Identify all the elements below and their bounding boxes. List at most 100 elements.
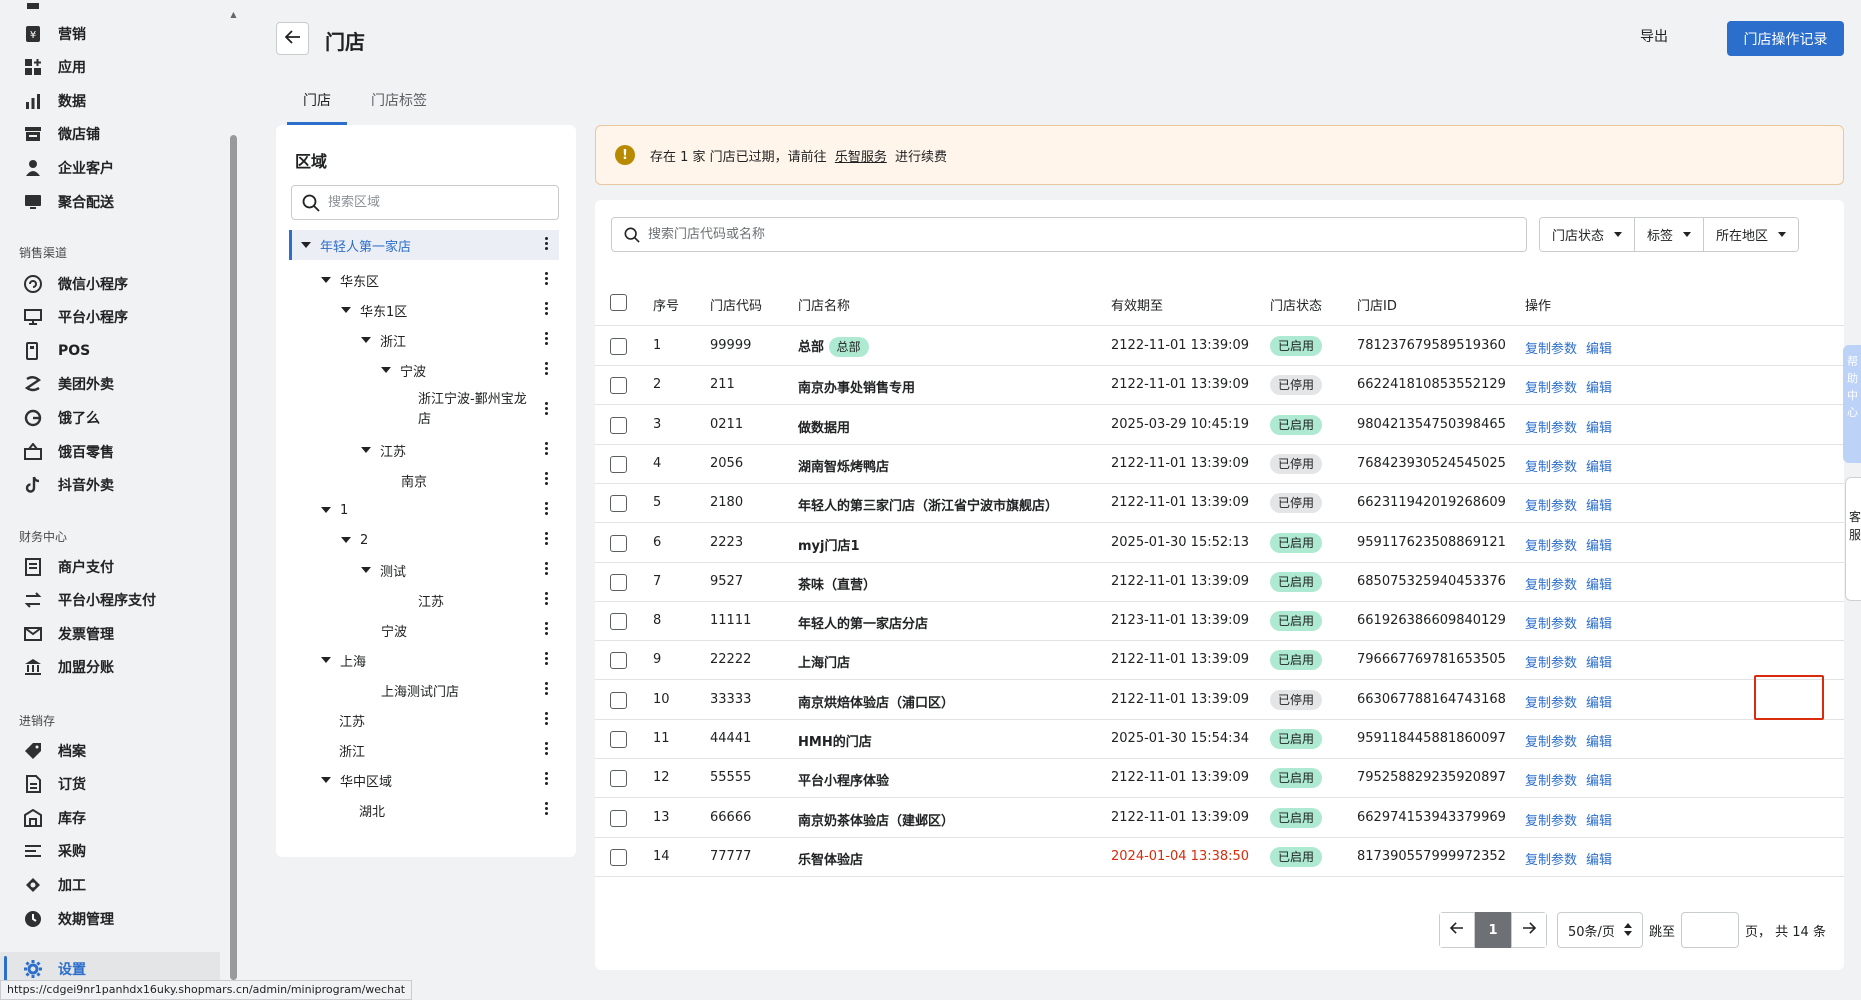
copy-params-link[interactable]: 复制参数 xyxy=(1525,456,1577,475)
edit-link[interactable]: 编辑 xyxy=(1586,810,1612,829)
edit-link[interactable]: 编辑 xyxy=(1586,535,1612,554)
row-checkbox[interactable] xyxy=(610,534,627,552)
row-checkbox[interactable] xyxy=(610,338,627,355)
table-row[interactable]: 5 2180 年轻人的第三家门店（浙江省宁波市旗舰店） 2122-11-01 13:3… xyxy=(595,484,1844,524)
more-vertical-icon[interactable] xyxy=(545,442,549,455)
copy-params-link[interactable]: 复制参数 xyxy=(1525,495,1577,514)
more-vertical-icon[interactable] xyxy=(545,802,549,815)
row-checkbox[interactable] xyxy=(610,613,627,631)
tab-store-tags[interactable]: 门店标签 xyxy=(371,90,427,110)
region-tree-node[interactable]: 浙江 xyxy=(291,325,559,355)
select-all-checkbox[interactable] xyxy=(610,294,627,311)
caret-down-icon[interactable] xyxy=(321,777,331,783)
sidebar-item-inventory_items-4[interactable]: 加工 xyxy=(0,868,220,901)
table-row[interactable]: 14 77777 乐智体验店 2024-01-04 13:38:50 已启用 817390… xyxy=(595,838,1844,877)
tab-stores[interactable]: 门店 xyxy=(303,90,331,110)
copy-params-link[interactable]: 复制参数 xyxy=(1525,613,1577,632)
caret-down-icon[interactable] xyxy=(361,567,371,573)
more-vertical-icon[interactable] xyxy=(545,237,549,250)
caret-down-icon[interactable] xyxy=(341,307,351,313)
region-search-input[interactable] xyxy=(328,195,528,210)
store-operation-log-button[interactable]: 门店操作记录 xyxy=(1727,21,1844,56)
sidebar-item-items_top-5[interactable]: 聚合配送 xyxy=(0,185,220,218)
more-vertical-icon[interactable] xyxy=(545,742,549,755)
sidebar-item-sales_items-1[interactable]: 平台小程序 xyxy=(0,301,220,334)
table-row[interactable]: 6 2223 myj门店1 2025-01-30 15:52:13 已启用 9591176… xyxy=(595,524,1844,563)
row-checkbox[interactable] xyxy=(610,377,627,395)
more-vertical-icon[interactable] xyxy=(545,402,549,415)
sidebar-item-inventory_items-3[interactable]: 采购 xyxy=(0,835,220,868)
filter-tag[interactable]: 标签 xyxy=(1635,218,1705,251)
more-vertical-icon[interactable] xyxy=(545,362,549,375)
region-tree-node[interactable]: 1 xyxy=(291,495,559,525)
copy-params-link[interactable]: 复制参数 xyxy=(1525,652,1577,671)
row-checkbox[interactable] xyxy=(610,652,627,670)
row-checkbox[interactable] xyxy=(610,848,627,866)
sidebar-item-finance_items-3[interactable]: 加盟分账 xyxy=(0,651,220,684)
row-checkbox[interactable] xyxy=(610,731,627,748)
export-button[interactable]: 导出 xyxy=(1640,26,1668,46)
back-button[interactable] xyxy=(276,22,309,55)
copy-params-link[interactable]: 复制参数 xyxy=(1525,810,1577,829)
copy-params-link[interactable]: 复制参数 xyxy=(1525,770,1577,789)
region-tree-node[interactable]: 浙江 xyxy=(291,735,559,765)
more-vertical-icon[interactable] xyxy=(545,502,549,515)
sidebar-item-sales_items-0[interactable]: 微信小程序 xyxy=(0,267,220,300)
region-tree-node[interactable]: 江苏 xyxy=(291,705,559,735)
edit-link[interactable]: 编辑 xyxy=(1586,770,1612,789)
edit-link[interactable]: 编辑 xyxy=(1586,849,1612,868)
sidebar-item-items_top-2[interactable]: 数据 xyxy=(0,84,220,117)
copy-params-link[interactable]: 复制参数 xyxy=(1525,574,1577,593)
edit-link[interactable]: 编辑 xyxy=(1586,692,1612,711)
row-checkbox[interactable] xyxy=(610,455,627,473)
copy-params-link[interactable]: 复制参数 xyxy=(1525,535,1577,554)
sidebar-item-inventory_items-0[interactable]: 档案 xyxy=(0,734,220,767)
edit-link[interactable]: 编辑 xyxy=(1586,731,1612,750)
region-tree-node[interactable]: 年轻人第一家店 xyxy=(289,230,559,260)
table-row[interactable]: 11 44441 HMH的门店 2025-01-30 15:54:34 已启用 95911… xyxy=(595,720,1844,759)
sidebar-item-sales_items-6[interactable]: 抖音外卖 xyxy=(0,469,220,502)
table-row[interactable]: 2 211 南京办事处销售专用 2122-11-01 13:39:09 已停用 66224… xyxy=(595,366,1844,406)
copy-params-link[interactable]: 复制参数 xyxy=(1525,338,1577,357)
region-tree-node[interactable]: 上海测试门店 xyxy=(291,675,559,705)
edit-link[interactable]: 编辑 xyxy=(1586,613,1612,632)
region-tree-node[interactable]: 宁波 xyxy=(291,615,559,645)
scroll-up-icon[interactable]: ▲ xyxy=(229,10,238,19)
edit-link[interactable]: 编辑 xyxy=(1586,377,1612,396)
edit-link[interactable]: 编辑 xyxy=(1586,495,1612,514)
table-row[interactable]: 3 0211 做数据用 2025-03-29 10:45:19 已启用 980421354… xyxy=(595,406,1844,445)
region-tree-node[interactable]: 湖北 xyxy=(291,795,559,825)
row-checkbox[interactable] xyxy=(610,416,627,434)
page-size-select[interactable]: 50条/页 xyxy=(1557,912,1643,948)
edit-link[interactable]: 编辑 xyxy=(1586,456,1612,475)
copy-params-link[interactable]: 复制参数 xyxy=(1525,417,1577,436)
more-vertical-icon[interactable] xyxy=(545,712,549,725)
lezhi-service-link[interactable]: 乐智服务 xyxy=(835,150,887,165)
region-tree-node[interactable]: 上海 xyxy=(291,645,559,675)
more-vertical-icon[interactable] xyxy=(545,272,549,285)
more-vertical-icon[interactable] xyxy=(545,652,549,665)
sidebar-item-sales_items-3[interactable]: 美团外卖 xyxy=(0,368,220,401)
sidebar-scrollbar[interactable]: ▲ xyxy=(229,0,238,1000)
scrollbar-thumb[interactable] xyxy=(230,135,237,980)
more-vertical-icon[interactable] xyxy=(545,332,549,345)
table-row[interactable]: 9 22222 上海门店 2122-11-01 13:39:09 已启用 79666776… xyxy=(595,641,1844,681)
sidebar-item-items_top-1[interactable]: 应用 xyxy=(0,51,220,84)
caret-down-icon[interactable] xyxy=(381,367,391,373)
sidebar-item-items_top-3[interactable]: 微店铺 xyxy=(0,118,220,151)
more-vertical-icon[interactable] xyxy=(545,592,549,605)
sidebar-item-inventory_items-2[interactable]: 库存 xyxy=(0,801,220,834)
caret-down-icon[interactable] xyxy=(321,277,331,283)
sidebar-item-finance_items-2[interactable]: 发票管理 xyxy=(0,617,220,650)
help-center-tab[interactable]: 帮助中心 xyxy=(1843,345,1861,463)
region-tree-node[interactable]: 测试 xyxy=(291,555,559,585)
row-checkbox[interactable] xyxy=(610,809,627,827)
caret-down-icon[interactable] xyxy=(341,537,351,543)
caret-down-icon[interactable] xyxy=(361,337,371,343)
more-vertical-icon[interactable] xyxy=(545,472,549,485)
sidebar-item-sales_items-4[interactable]: 饿了么 xyxy=(0,401,220,434)
region-tree-node[interactable]: 宁波 xyxy=(291,355,559,385)
current-page[interactable]: 1 xyxy=(1475,912,1511,948)
caret-down-icon[interactable] xyxy=(321,507,331,513)
prev-page-button[interactable] xyxy=(1439,912,1475,948)
